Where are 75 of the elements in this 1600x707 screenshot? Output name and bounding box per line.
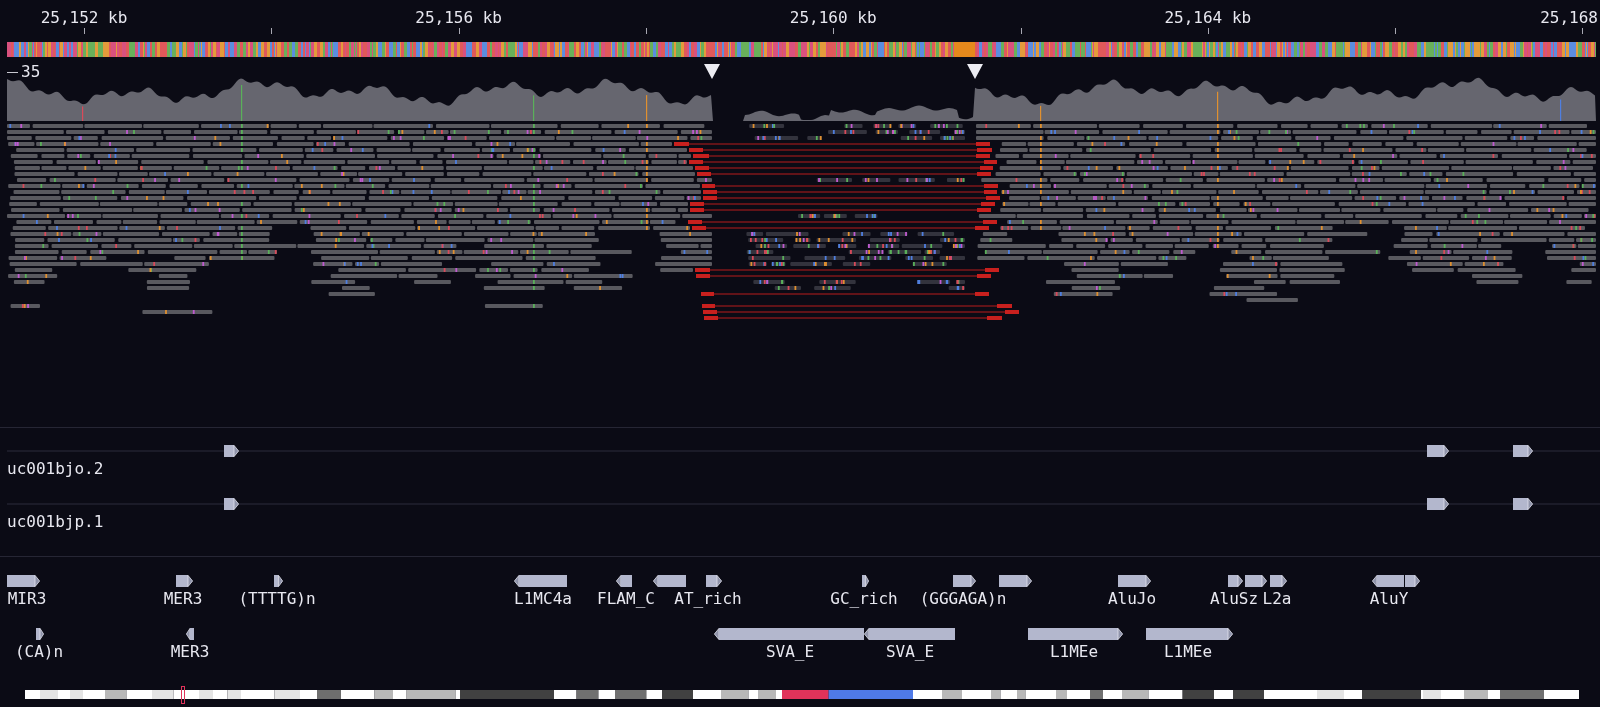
repeat-label: FLAM_C bbox=[597, 590, 655, 608]
repeat-feature[interactable] bbox=[1270, 575, 1287, 587]
repeat-label: AT_rich bbox=[674, 590, 742, 608]
repeat-label: AluSz bbox=[1209, 590, 1259, 608]
ruler-tick bbox=[1395, 28, 1397, 34]
repeat-feature[interactable] bbox=[706, 575, 722, 587]
ruler-tick bbox=[1207, 28, 1209, 34]
repeat-feature[interactable] bbox=[1228, 575, 1243, 587]
repeat-label: MIR3 bbox=[7, 590, 47, 608]
repeat-feature[interactable] bbox=[1372, 575, 1404, 587]
repeat-feature[interactable] bbox=[1028, 628, 1123, 640]
repeat-feature[interactable] bbox=[862, 575, 869, 587]
ruler-label: 25,156 kb bbox=[415, 9, 502, 27]
exon-block bbox=[1513, 445, 1533, 457]
repeat-label: (TTTTG)n bbox=[238, 590, 316, 608]
repeat-feature[interactable] bbox=[7, 575, 40, 587]
repeat-feature[interactable] bbox=[176, 575, 193, 587]
ruler-tick bbox=[271, 28, 273, 34]
ruler-label: 25,160 kb bbox=[789, 9, 877, 27]
repeat-label: AluY bbox=[1369, 590, 1409, 608]
repeat-feature[interactable] bbox=[186, 628, 194, 640]
repeat-label: GC_rich bbox=[830, 590, 898, 608]
ruler-tick bbox=[645, 28, 647, 34]
repeat-feature[interactable] bbox=[274, 575, 283, 587]
repeat-feature[interactable] bbox=[1118, 575, 1151, 587]
repeat-label: L1MEe bbox=[1163, 643, 1213, 661]
variant-mark bbox=[1560, 99, 1562, 121]
variant-mark bbox=[1040, 105, 1042, 121]
repeat-feature[interactable] bbox=[653, 575, 686, 587]
variant-mark bbox=[1217, 91, 1219, 121]
repeat-label: MER3 bbox=[170, 643, 210, 661]
repeat-feature[interactable] bbox=[36, 628, 44, 640]
repeat-label: (GGGAGA)n bbox=[919, 590, 1007, 608]
ruler-tick bbox=[84, 28, 85, 34]
exon-block bbox=[1513, 498, 1533, 510]
repeat-label: L1MEe bbox=[1049, 643, 1099, 661]
coverage-scale-tick bbox=[7, 72, 18, 73]
ruler-tick bbox=[458, 28, 460, 34]
ruler-label: 25,164 kb bbox=[1164, 9, 1252, 27]
ruler-tick bbox=[1020, 28, 1022, 34]
transcript-label: uc001bjo.2 bbox=[7, 460, 104, 478]
ruler-label: 25,168 bbox=[1540, 9, 1598, 27]
ruler-tick bbox=[1582, 28, 1584, 34]
variant-mark bbox=[82, 106, 84, 121]
insertion-marker-icon[interactable] bbox=[967, 64, 983, 79]
repeat-label: MER3 bbox=[163, 590, 203, 608]
repeat-label: L1MC4a bbox=[514, 590, 572, 608]
repeat-feature[interactable] bbox=[1146, 628, 1233, 640]
coverage-scale-label: 35 bbox=[21, 63, 41, 81]
variant-mark bbox=[533, 95, 535, 121]
current-region-marker bbox=[181, 686, 185, 704]
ruler-tick bbox=[833, 28, 835, 34]
repeat-feature[interactable] bbox=[953, 575, 976, 587]
repeat-label: L2a bbox=[1262, 590, 1292, 608]
variant-mark bbox=[241, 84, 243, 121]
repeat-feature[interactable] bbox=[514, 575, 567, 587]
exon-block bbox=[1427, 445, 1449, 457]
repeat-feature[interactable] bbox=[1405, 575, 1420, 587]
repeat-label: (CA)n bbox=[14, 643, 64, 661]
transcript-label: uc001bjp.1 bbox=[7, 513, 104, 531]
exon-block bbox=[224, 498, 239, 510]
gene-model[interactable] bbox=[7, 497, 1600, 511]
repeat-feature[interactable] bbox=[1245, 575, 1267, 587]
repeat-label: AluJo bbox=[1107, 590, 1157, 608]
exon-block bbox=[1427, 498, 1449, 510]
ruler-label: 25,152 kb bbox=[40, 9, 128, 27]
repeat-feature[interactable] bbox=[864, 628, 955, 640]
repeat-feature[interactable] bbox=[616, 575, 632, 587]
repeat-label: SVA_E bbox=[765, 643, 815, 661]
variant-mark bbox=[646, 95, 648, 121]
repeat-label: SVA_E bbox=[885, 643, 935, 661]
repeat-feature[interactable] bbox=[999, 575, 1032, 587]
exon-block bbox=[224, 445, 239, 457]
gene-model[interactable] bbox=[7, 444, 1600, 458]
insertion-marker-icon[interactable] bbox=[704, 64, 720, 79]
